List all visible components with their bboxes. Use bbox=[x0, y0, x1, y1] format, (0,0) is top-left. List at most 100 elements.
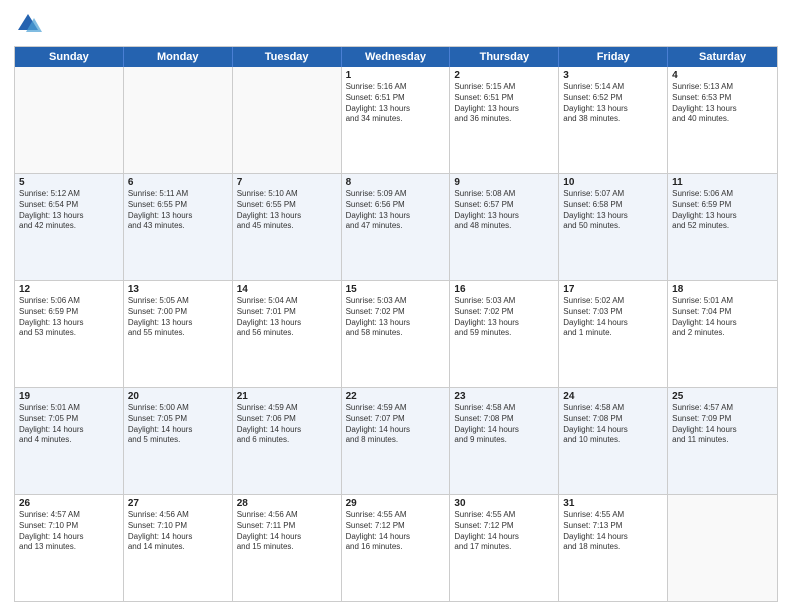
cell-line: Sunrise: 5:02 AM bbox=[563, 296, 663, 307]
cell-line: Sunset: 6:54 PM bbox=[19, 200, 119, 211]
cell-line: Sunset: 7:04 PM bbox=[672, 307, 773, 318]
calendar-header: SundayMondayTuesdayWednesdayThursdayFrid… bbox=[15, 47, 777, 67]
day-number: 12 bbox=[19, 284, 119, 295]
cell-line: Daylight: 13 hours bbox=[19, 211, 119, 222]
cell-line: Sunset: 7:12 PM bbox=[454, 521, 554, 532]
cell-line: Sunset: 7:06 PM bbox=[237, 414, 337, 425]
cell-line: Daylight: 13 hours bbox=[237, 211, 337, 222]
day-number: 17 bbox=[563, 284, 663, 295]
cell-line: Sunrise: 5:06 AM bbox=[672, 189, 773, 200]
header-day-monday: Monday bbox=[124, 47, 233, 67]
cell-line: Sunrise: 4:57 AM bbox=[19, 510, 119, 521]
week-row-1: 5Sunrise: 5:12 AMSunset: 6:54 PMDaylight… bbox=[15, 174, 777, 281]
day-number: 22 bbox=[346, 391, 446, 402]
cell-line: Sunset: 7:05 PM bbox=[128, 414, 228, 425]
cell-line: and 11 minutes. bbox=[672, 435, 773, 446]
cal-cell-0-1 bbox=[124, 67, 233, 173]
cell-line: and 4 minutes. bbox=[19, 435, 119, 446]
cal-cell-0-4: 2Sunrise: 5:15 AMSunset: 6:51 PMDaylight… bbox=[450, 67, 559, 173]
cell-line: Sunrise: 5:11 AM bbox=[128, 189, 228, 200]
header-day-wednesday: Wednesday bbox=[342, 47, 451, 67]
cell-line: Daylight: 14 hours bbox=[346, 425, 446, 436]
cal-cell-0-5: 3Sunrise: 5:14 AMSunset: 6:52 PMDaylight… bbox=[559, 67, 668, 173]
cell-line: and 14 minutes. bbox=[128, 542, 228, 553]
day-number: 20 bbox=[128, 391, 228, 402]
cal-cell-2-3: 15Sunrise: 5:03 AMSunset: 7:02 PMDayligh… bbox=[342, 281, 451, 387]
cell-line: Sunrise: 5:13 AM bbox=[672, 82, 773, 93]
day-number: 30 bbox=[454, 498, 554, 509]
day-number: 5 bbox=[19, 177, 119, 188]
cell-line: Sunset: 7:03 PM bbox=[563, 307, 663, 318]
cal-cell-0-0 bbox=[15, 67, 124, 173]
day-number: 16 bbox=[454, 284, 554, 295]
cell-line: Daylight: 14 hours bbox=[454, 425, 554, 436]
header-day-thursday: Thursday bbox=[450, 47, 559, 67]
calendar: SundayMondayTuesdayWednesdayThursdayFrid… bbox=[14, 46, 778, 602]
cell-line: and 48 minutes. bbox=[454, 221, 554, 232]
day-number: 19 bbox=[19, 391, 119, 402]
day-number: 26 bbox=[19, 498, 119, 509]
cal-cell-0-3: 1Sunrise: 5:16 AMSunset: 6:51 PMDaylight… bbox=[342, 67, 451, 173]
day-number: 29 bbox=[346, 498, 446, 509]
week-row-4: 26Sunrise: 4:57 AMSunset: 7:10 PMDayligh… bbox=[15, 495, 777, 601]
header bbox=[14, 10, 778, 38]
cell-line: and 1 minute. bbox=[563, 328, 663, 339]
cell-line: Daylight: 14 hours bbox=[563, 532, 663, 543]
cal-cell-2-0: 12Sunrise: 5:06 AMSunset: 6:59 PMDayligh… bbox=[15, 281, 124, 387]
cell-line: Sunrise: 5:08 AM bbox=[454, 189, 554, 200]
cell-line: Sunset: 7:12 PM bbox=[346, 521, 446, 532]
cell-line: Sunrise: 4:56 AM bbox=[237, 510, 337, 521]
cell-line: Daylight: 14 hours bbox=[563, 318, 663, 329]
day-number: 14 bbox=[237, 284, 337, 295]
cal-cell-2-6: 18Sunrise: 5:01 AMSunset: 7:04 PMDayligh… bbox=[668, 281, 777, 387]
cell-line: Sunset: 6:53 PM bbox=[672, 93, 773, 104]
cell-line: Daylight: 14 hours bbox=[128, 425, 228, 436]
day-number: 31 bbox=[563, 498, 663, 509]
cell-line: and 36 minutes. bbox=[454, 114, 554, 125]
cell-line: and 9 minutes. bbox=[454, 435, 554, 446]
cell-line: Sunrise: 5:01 AM bbox=[19, 403, 119, 414]
cal-cell-1-2: 7Sunrise: 5:10 AMSunset: 6:55 PMDaylight… bbox=[233, 174, 342, 280]
logo-icon bbox=[14, 10, 42, 38]
cell-line: Daylight: 14 hours bbox=[672, 318, 773, 329]
cal-cell-4-0: 26Sunrise: 4:57 AMSunset: 7:10 PMDayligh… bbox=[15, 495, 124, 601]
day-number: 23 bbox=[454, 391, 554, 402]
cell-line: Daylight: 14 hours bbox=[19, 532, 119, 543]
cell-line: Daylight: 13 hours bbox=[454, 211, 554, 222]
calendar-body: 1Sunrise: 5:16 AMSunset: 6:51 PMDaylight… bbox=[15, 67, 777, 601]
cell-line: and 17 minutes. bbox=[454, 542, 554, 553]
cell-line: and 50 minutes. bbox=[563, 221, 663, 232]
cell-line: Sunrise: 5:09 AM bbox=[346, 189, 446, 200]
cell-line: and 56 minutes. bbox=[237, 328, 337, 339]
logo bbox=[14, 10, 46, 38]
cell-line: Sunrise: 5:16 AM bbox=[346, 82, 446, 93]
cell-line: and 43 minutes. bbox=[128, 221, 228, 232]
cell-line: and 59 minutes. bbox=[454, 328, 554, 339]
header-day-tuesday: Tuesday bbox=[233, 47, 342, 67]
cal-cell-3-5: 24Sunrise: 4:58 AMSunset: 7:08 PMDayligh… bbox=[559, 388, 668, 494]
cell-line: Sunset: 7:07 PM bbox=[346, 414, 446, 425]
day-number: 9 bbox=[454, 177, 554, 188]
cal-cell-1-4: 9Sunrise: 5:08 AMSunset: 6:57 PMDaylight… bbox=[450, 174, 559, 280]
week-row-3: 19Sunrise: 5:01 AMSunset: 7:05 PMDayligh… bbox=[15, 388, 777, 495]
cal-cell-0-2 bbox=[233, 67, 342, 173]
cell-line: Daylight: 13 hours bbox=[672, 211, 773, 222]
cell-line: Sunrise: 4:55 AM bbox=[454, 510, 554, 521]
cell-line: and 42 minutes. bbox=[19, 221, 119, 232]
day-number: 7 bbox=[237, 177, 337, 188]
cell-line: Daylight: 13 hours bbox=[346, 211, 446, 222]
cell-line: Daylight: 13 hours bbox=[128, 318, 228, 329]
cell-line: Sunrise: 4:59 AM bbox=[237, 403, 337, 414]
cell-line: and 45 minutes. bbox=[237, 221, 337, 232]
cal-cell-3-2: 21Sunrise: 4:59 AMSunset: 7:06 PMDayligh… bbox=[233, 388, 342, 494]
cell-line: Sunset: 6:59 PM bbox=[19, 307, 119, 318]
cell-line: Sunrise: 4:55 AM bbox=[563, 510, 663, 521]
cal-cell-4-2: 28Sunrise: 4:56 AMSunset: 7:11 PMDayligh… bbox=[233, 495, 342, 601]
cell-line: Daylight: 14 hours bbox=[237, 425, 337, 436]
cal-cell-3-1: 20Sunrise: 5:00 AMSunset: 7:05 PMDayligh… bbox=[124, 388, 233, 494]
cal-cell-3-0: 19Sunrise: 5:01 AMSunset: 7:05 PMDayligh… bbox=[15, 388, 124, 494]
cell-line: Sunset: 6:51 PM bbox=[454, 93, 554, 104]
cell-line: and 38 minutes. bbox=[563, 114, 663, 125]
cell-line: Sunrise: 4:56 AM bbox=[128, 510, 228, 521]
day-number: 21 bbox=[237, 391, 337, 402]
